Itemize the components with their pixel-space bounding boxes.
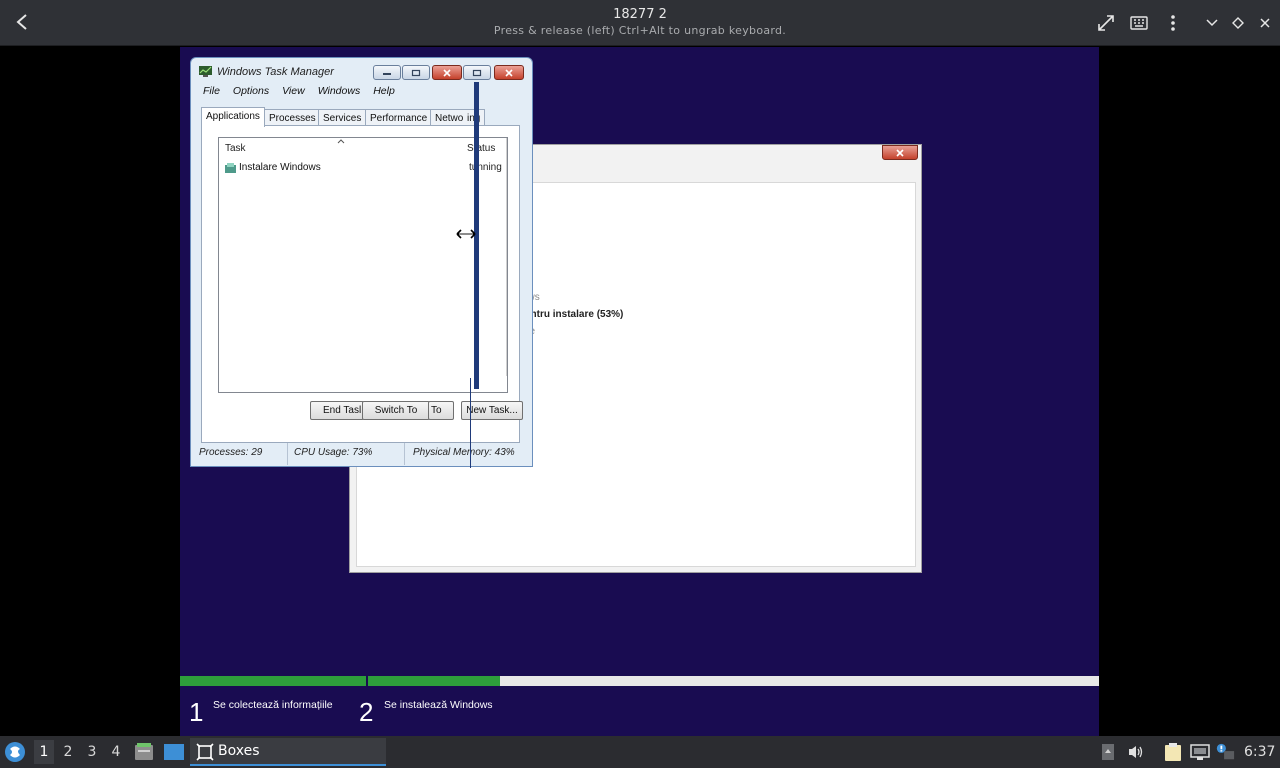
task-manager-title: Windows Task Manager: [217, 66, 334, 78]
chevron-down-icon: [1206, 19, 1218, 27]
window-subtitle: Press & release (left) Ctrl+Alt to ungra…: [493, 24, 787, 37]
setup-progress-bar: [180, 676, 1099, 686]
column-status[interactable]: Status: [467, 143, 495, 154]
fullscreen-icon: [1098, 15, 1114, 31]
screen: 18277 2 Press & release (left) Ctrl+Alt …: [0, 0, 1280, 768]
clipboard-tray-button[interactable]: [1163, 742, 1183, 762]
clipboard-icon: [1165, 743, 1181, 761]
status-cpu: CPU Usage: 73%: [288, 443, 405, 465]
system-taskbar: 1 2 3 4 Boxes 6:37: [0, 736, 1280, 768]
diamond-icon: [1232, 17, 1244, 29]
setup-app-icon: [225, 162, 236, 173]
eject-tray-button[interactable]: [1098, 742, 1118, 762]
menu-windows[interactable]: Windows: [312, 85, 368, 103]
workspace-2[interactable]: 2: [58, 744, 78, 760]
close-button[interactable]: [432, 65, 462, 80]
menu-file[interactable]: File: [197, 85, 227, 103]
volume-tray-button[interactable]: [1126, 742, 1146, 762]
clock: 6:37: [1244, 744, 1276, 760]
taskbar-item-label: Boxes: [218, 743, 260, 759]
resize-cursor-icon: [456, 229, 476, 239]
sort-arrow-icon: [337, 139, 345, 144]
step2-label: Se instalează Windows: [384, 699, 493, 711]
maximize-button[interactable]: [1225, 10, 1251, 36]
desktop-launcher[interactable]: [163, 742, 185, 766]
restore-icon: [472, 69, 482, 76]
window-title: 18277 2: [613, 7, 667, 22]
boxes-app-icon: [196, 743, 214, 761]
tab-applications[interactable]: Applications: [201, 107, 265, 127]
keyboard-button[interactable]: [1126, 10, 1152, 36]
restore-icon: [411, 69, 421, 76]
app-menu-button[interactable]: [4, 741, 26, 763]
workspace-4[interactable]: 4: [106, 744, 126, 760]
minimize-button[interactable]: [1199, 10, 1225, 36]
task-list[interactable]: Task Status Instalare Windows tunning: [218, 137, 508, 393]
fullscreen-button[interactable]: [1093, 10, 1119, 36]
menu-options[interactable]: Options: [227, 85, 276, 103]
table-row[interactable]: Instalare Windows: [225, 162, 321, 173]
workspace-3[interactable]: 3: [82, 744, 102, 760]
close-button[interactable]: [1252, 10, 1278, 36]
progress-step2-fill: [368, 676, 500, 686]
menu-view[interactable]: View: [276, 85, 312, 103]
close-button-ghost: [494, 65, 524, 80]
menu-button[interactable]: [1160, 10, 1186, 36]
tab-performance[interactable]: Performance: [365, 109, 433, 126]
setup-close-button[interactable]: [882, 145, 918, 160]
network-icon: [1190, 744, 1210, 760]
eject-icon: [1102, 744, 1114, 760]
distro-logo-icon: [5, 742, 25, 762]
setup-progress-text: entru instalare (53%): [525, 309, 624, 320]
list-divider: [506, 138, 507, 376]
step2-number: 2: [359, 697, 374, 727]
file-manager-launcher[interactable]: [134, 742, 154, 766]
desktop-icon: [164, 744, 184, 760]
network-tray-button[interactable]: [1190, 742, 1210, 762]
menu-help[interactable]: Help: [367, 85, 402, 103]
notifications-tray-button[interactable]: [1215, 742, 1235, 762]
close-icon: [505, 68, 513, 77]
maximize-button[interactable]: [402, 65, 430, 80]
workspace-1[interactable]: 1: [34, 740, 54, 764]
folder-icon: [135, 743, 153, 760]
progress-step1-fill: [180, 676, 366, 686]
volume-icon: [1129, 746, 1143, 758]
close-icon: [443, 68, 451, 77]
status-memory: Physical Memory: 43%: [413, 447, 515, 458]
vm-display[interactable]: s ows entru instalare (53%) ile Windows …: [180, 47, 1099, 736]
switch-to-button[interactable]: Switch To: [362, 401, 430, 420]
column-task[interactable]: Task: [225, 143, 246, 154]
close-icon: [1260, 18, 1270, 28]
step1-number: 1: [189, 697, 204, 727]
status-processes: Processes: 29: [193, 443, 288, 465]
more-vertical-icon: [1171, 15, 1175, 31]
step1-label: Se colectează informațiile: [213, 699, 333, 711]
keyboard-icon: [1130, 16, 1148, 30]
end-task-button[interactable]: End Tasl: [310, 401, 364, 420]
notification-icon: [1216, 743, 1235, 760]
applications-panel: Task Status Instalare Windows tunning En…: [201, 125, 523, 443]
status-bar: Processes: 29 CPU Usage: 73% Physical Me…: [193, 443, 530, 465]
task-manager-window: Windows Task Manager File Options View W…: [190, 57, 533, 467]
close-icon: [896, 148, 904, 157]
boxes-header-bar: 18277 2 Press & release (left) Ctrl+Alt …: [0, 0, 1280, 46]
minimize-icon: [383, 72, 391, 75]
task-manager-app-icon: [199, 66, 212, 77]
minimize-button[interactable]: [373, 65, 401, 80]
task-name: Instalare Windows: [239, 162, 321, 173]
tab-processes[interactable]: Processes: [264, 109, 321, 126]
resize-guide-line: [470, 378, 471, 468]
maximize-button-ghost: [463, 65, 491, 80]
taskbar-item-boxes[interactable]: Boxes: [190, 738, 386, 766]
switch-to-button-ghost: To: [428, 401, 454, 420]
tab-services[interactable]: Services: [318, 109, 367, 126]
menu-bar: File Options View Windows Help: [197, 85, 402, 103]
